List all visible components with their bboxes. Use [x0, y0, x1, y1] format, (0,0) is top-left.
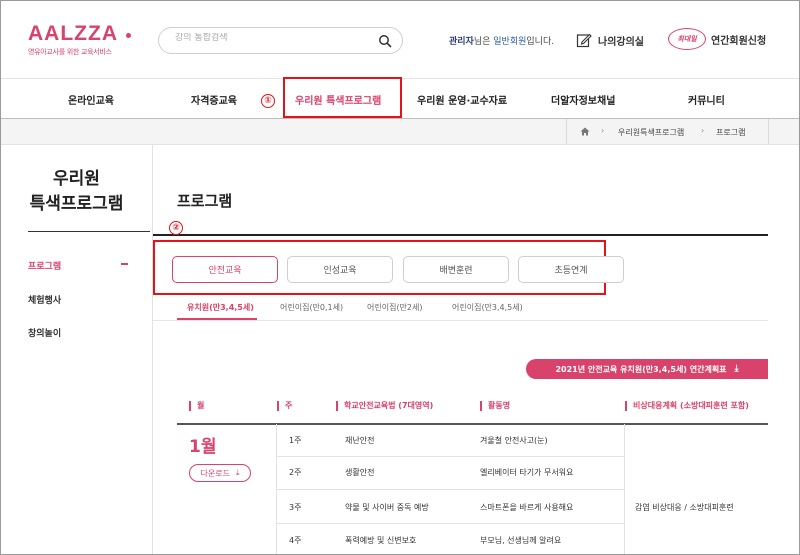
- annotation-marker-1: ①: [261, 94, 275, 108]
- nav-operation-materials[interactable]: 우리원 운영·교수자료: [417, 92, 507, 107]
- tab-safety-education[interactable]: 안전교육: [172, 256, 278, 283]
- nav-online-education[interactable]: 온라인교육: [68, 92, 114, 107]
- download-label: 다운로드: [200, 468, 230, 478]
- table-column-divider: [624, 424, 625, 555]
- row-divider: [276, 523, 624, 524]
- nav-community[interactable]: 커뮤니티: [688, 92, 725, 107]
- nav-info-channel[interactable]: 더알자정보채널: [551, 92, 615, 107]
- search-input[interactable]: [175, 33, 375, 43]
- activity-cell[interactable]: 스마트폰을 바르게 사용해요: [480, 502, 573, 513]
- logo-text: AALZZA: [28, 22, 118, 45]
- user-grade: 일반회원: [493, 37, 527, 47]
- annual-plan-label: 2021년 안전교육 유치원(만3,4,5세) 연간계획표: [555, 364, 727, 374]
- sidebar-title: 우리원 특색프로그램: [0, 167, 153, 217]
- subtab-daycare-0-1[interactable]: 어린이집(만0,1세): [280, 302, 343, 313]
- table-header-activity: 활동명: [480, 401, 510, 411]
- subtab-active-indicator: [177, 318, 257, 320]
- download-button[interactable]: 다운로드 ⤓: [189, 464, 251, 482]
- search-box: [158, 27, 403, 54]
- breadcrumb: › 우리원특색프로그램 › 프로그램: [0, 119, 800, 145]
- nav-certificate-education[interactable]: 자격증교육: [191, 92, 237, 107]
- row-divider: [276, 456, 624, 457]
- sidebar-item-program[interactable]: 프로그램: [28, 259, 61, 272]
- activity-cell[interactable]: 부모님, 선생님께 알려요: [480, 535, 561, 546]
- user-name: 관리자: [449, 37, 474, 47]
- breadcrumb-current: 프로그램: [716, 128, 746, 137]
- search-icon[interactable]: [378, 34, 392, 48]
- my-classroom-link[interactable]: 나의강의실: [576, 30, 644, 50]
- tab-character-education[interactable]: 인성교육: [287, 256, 393, 283]
- breadcrumb-divider: [566, 119, 567, 145]
- activity-cell[interactable]: 엘리베이터 타기가 무서워요: [480, 467, 573, 478]
- sidebar: 우리원 특색프로그램 프로그램 체험행사 창의놀이: [0, 145, 153, 555]
- annotation-marker-2: ②: [169, 221, 183, 235]
- subtab-daycare-3-5[interactable]: 어린이집(만3,4,5세): [452, 302, 523, 313]
- sidebar-item-creative-play[interactable]: 창의놀이: [28, 326, 61, 339]
- download-icon: ⤓: [235, 468, 240, 477]
- home-icon[interactable]: [580, 127, 590, 136]
- sidebar-item-experience-event[interactable]: 체험행사: [28, 293, 61, 306]
- sidebar-title-line: 특색프로그램: [29, 194, 124, 214]
- sidebar-title-line: 우리원: [53, 169, 100, 189]
- title-divider: [153, 234, 768, 236]
- week-cell: 4주: [289, 536, 302, 545]
- subtab-daycare-2[interactable]: 어린이집(만2세): [367, 302, 423, 313]
- edit-icon: [576, 33, 592, 48]
- annual-plan-download-button[interactable]: 2021년 안전교육 유치원(만3,4,5세) 연간계획표 ⤓: [526, 359, 768, 379]
- speech-bubble-icon: 최대일: [668, 28, 706, 50]
- breadcrumb-item[interactable]: 우리원특색프로그램: [618, 127, 684, 138]
- activity-cell[interactable]: 겨울철 안전사고(눈): [480, 435, 548, 446]
- page-title: 프로그램: [177, 192, 233, 210]
- tab-elementary-link[interactable]: 초등연계: [518, 256, 624, 283]
- tab-toilet-training[interactable]: 배변훈련: [403, 256, 509, 283]
- site-logo[interactable]: AALZZA 영유아교사를 위한 교육서비스: [28, 22, 131, 57]
- user-greeting-mid: 님은: [473, 37, 494, 47]
- annual-membership-link[interactable]: 최대일 연간회원신청: [668, 28, 766, 50]
- emergency-cell: 감염 비상대응 / 소방대피훈련: [635, 503, 734, 512]
- breadcrumb-divider: [768, 119, 769, 145]
- week-cell: 2주: [289, 468, 302, 477]
- annual-membership-label: 연간회원신청: [711, 35, 767, 47]
- subtab-kindergarten-3-5[interactable]: 유치원(만3,4,5세): [187, 302, 254, 313]
- download-icon: ⤓: [734, 364, 739, 374]
- week-cell: 1주: [289, 436, 302, 445]
- nav-special-program[interactable]: 우리원 특색프로그램: [295, 92, 381, 107]
- month-label: 1월: [189, 437, 217, 457]
- sidebar-divider: [28, 231, 150, 232]
- area-cell: 생활안전: [345, 468, 375, 477]
- minus-icon: [121, 263, 128, 265]
- area-cell: 재난안전: [345, 436, 375, 445]
- table-header-emergency: 비상대응계획 (소방대피훈련 포함): [625, 401, 749, 411]
- area-cell: 약물 및 사이버 중독 예방: [345, 503, 429, 512]
- week-cell: 3주: [289, 503, 302, 512]
- logo-subtitle: 영유아교사를 위한 교육서비스: [28, 48, 112, 56]
- row-divider: [276, 489, 624, 490]
- main-nav: 온라인교육 자격증교육 우리원 특색프로그램 우리원 운영·교수자료 더알자정보…: [0, 78, 800, 119]
- chevron-right-icon: ›: [601, 126, 605, 135]
- subtab-divider: [153, 320, 768, 321]
- table-header-area: 학교안전교육법 (7대영역): [336, 401, 433, 411]
- user-greeting: 관리자님은 일반회원입니다.: [449, 34, 554, 47]
- table-header-divider: [177, 423, 768, 425]
- area-cell: 폭력예방 및 신변보호: [345, 536, 417, 545]
- table-header-week: 주: [277, 401, 292, 411]
- user-greeting-end: 입니다.: [526, 37, 555, 47]
- chevron-right-icon: ›: [701, 126, 705, 135]
- site-header: AALZZA 영유아교사를 위한 교육서비스 관리자님은 일반회원입니다. 나의…: [0, 0, 800, 78]
- table-header-month: 월: [189, 401, 204, 411]
- logo-dot: [125, 33, 131, 38]
- my-classroom-label: 나의강의실: [598, 36, 644, 48]
